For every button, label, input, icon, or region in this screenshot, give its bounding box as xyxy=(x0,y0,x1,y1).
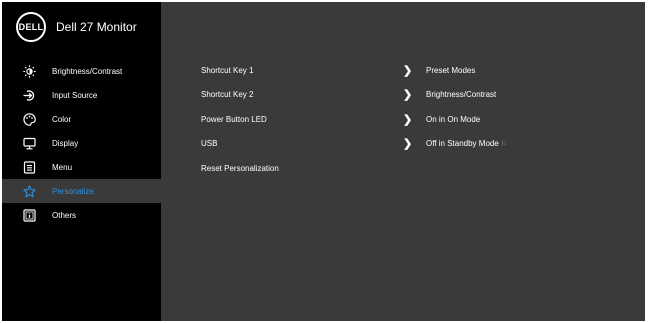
menu-item-menu[interactable]: Menu xyxy=(2,155,161,179)
setting-value: On in On Mode xyxy=(426,114,481,124)
usb-note-icon: ⚐ xyxy=(500,141,508,149)
menu-item-label: Others xyxy=(52,210,77,220)
logo-text: DELL xyxy=(18,22,44,32)
setting-label: Shortcut Key 1 xyxy=(201,65,254,75)
chevron-right-icon: ❯ xyxy=(403,138,413,151)
setting-label: USB xyxy=(201,139,218,149)
menu-item-label: Input Source xyxy=(52,90,98,100)
menu-item-label: Display xyxy=(52,138,79,148)
menu-item-color[interactable]: Color xyxy=(2,107,161,131)
chevron-right-icon: ❯ xyxy=(403,89,413,102)
settings-list: Shortcut Key 1 ❯ Preset Modes Shortcut K… xyxy=(201,58,641,181)
osd-window: DELL Dell 27 Monitor Brightness/Contrast… xyxy=(2,2,645,321)
setting-value-text: Off in Standby Mode xyxy=(426,139,499,149)
setting-row-usb[interactable]: USB ❯ Off in Standby Mode ⚐ xyxy=(201,132,641,157)
menu-item-brightness-contrast[interactable]: Brightness/Contrast xyxy=(2,59,161,83)
star-icon xyxy=(22,184,36,198)
setting-value: Brightness/Contrast xyxy=(426,90,497,100)
palette-icon xyxy=(22,112,36,126)
menu-list-icon xyxy=(22,160,36,174)
setting-label: Shortcut Key 2 xyxy=(201,90,254,100)
setting-row-power-button-led[interactable]: Power Button LED ❯ On in On Mode xyxy=(201,107,641,132)
setting-value: Preset Modes xyxy=(426,65,476,75)
setting-row-reset-personalization[interactable]: Reset Personalization xyxy=(201,156,641,181)
setting-row-shortcut-key-1[interactable]: Shortcut Key 1 ❯ Preset Modes xyxy=(201,58,641,83)
menu-item-label: Brightness/Contrast xyxy=(52,66,123,76)
sun-icon xyxy=(22,64,36,78)
menu-item-personalize[interactable]: Personalize xyxy=(2,179,161,203)
personalize-panel: Shortcut Key 1 ❯ Preset Modes Shortcut K… xyxy=(161,2,645,321)
setting-label: Reset Personalization xyxy=(201,163,279,173)
brand-header: DELL Dell 27 Monitor xyxy=(16,12,137,42)
menu-item-label: Personalize xyxy=(52,186,94,196)
main-menu: Brightness/Contrast Input Source Color D… xyxy=(2,59,161,227)
info-icon xyxy=(22,208,36,222)
menu-item-display[interactable]: Display xyxy=(2,131,161,155)
monitor-model-title: Dell 27 Monitor xyxy=(56,20,137,34)
input-source-icon xyxy=(22,88,36,102)
chevron-right-icon: ❯ xyxy=(403,64,413,77)
menu-item-others[interactable]: Others xyxy=(2,203,161,227)
setting-row-shortcut-key-2[interactable]: Shortcut Key 2 ❯ Brightness/Contrast xyxy=(201,83,641,108)
dell-logo: DELL xyxy=(16,12,46,42)
setting-value: Off in Standby Mode ⚐ xyxy=(426,139,507,148)
menu-item-label: Color xyxy=(52,114,72,124)
menu-item-input-source[interactable]: Input Source xyxy=(2,83,161,107)
menu-item-label: Menu xyxy=(52,162,73,172)
monitor-icon xyxy=(22,136,36,150)
chevron-right-icon: ❯ xyxy=(403,113,413,126)
setting-label: Power Button LED xyxy=(201,114,267,124)
sidebar: DELL Dell 27 Monitor Brightness/Contrast… xyxy=(2,2,161,321)
